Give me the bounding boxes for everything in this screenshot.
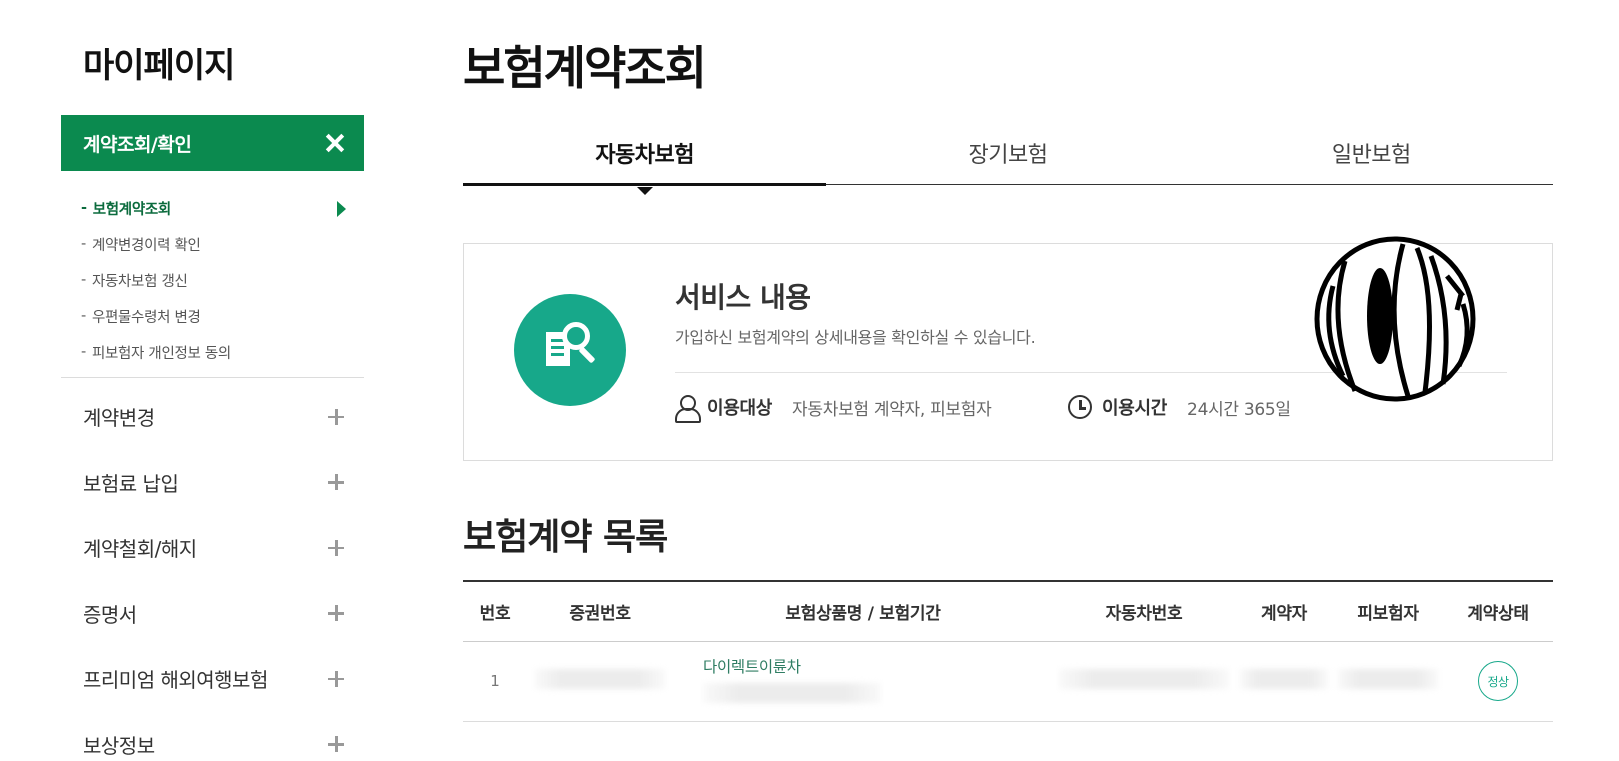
status-badge: 정상: [1478, 661, 1518, 701]
tab-general-insurance[interactable]: 일반보험: [1190, 122, 1553, 184]
stamp-graphic: [1314, 236, 1476, 402]
row-number: 1: [490, 672, 500, 690]
column-header-insured: 피보험자: [1357, 603, 1419, 624]
triangle-right-icon: [337, 201, 346, 217]
column-header-contractor: 계약자: [1260, 603, 1308, 624]
submenu-item-privacy-consent[interactable]: - 피보험자 개인정보 동의: [81, 334, 346, 370]
document-search-icon: [514, 294, 626, 406]
sidebar-item-certificates[interactable]: 증명서: [61, 581, 364, 647]
sidebar-submenu: - 보험계약조회 - 계약변경이력 확인 - 자동차보험 갱신 - 우편물수령처…: [81, 190, 346, 370]
table-row[interactable]: 1 다이렉트이륜차 정상: [463, 641, 1553, 721]
submenu-dash: -: [81, 236, 86, 252]
sidebar-item-label: 보험료 납입: [83, 471, 179, 496]
service-title: 서비스 내용: [675, 281, 811, 314]
table-header-row: 번호 증권번호 보험상품명 / 보험기간 자동차번호 계약자 피보험자 계약상태: [463, 581, 1553, 641]
submenu-item-insurance-contract-inquiry[interactable]: - 보험계약조회: [81, 190, 346, 226]
submenu-item-label: 자동차보험 갱신: [91, 273, 188, 290]
submenu-dash: -: [81, 308, 86, 324]
insurance-tabs: 자동차보험 장기보험 일반보험: [463, 122, 1553, 195]
contract-list-title: 보험계약 목록: [463, 517, 668, 558]
column-header-vehicle-number: 자동차번호: [1105, 603, 1183, 624]
clock-icon: [1068, 395, 1092, 419]
submenu-item-label: 보험계약조회: [92, 201, 172, 218]
sidebar-item-label: 계약변경: [83, 406, 155, 431]
submenu-item-label: 우편물수령처 변경: [91, 309, 201, 326]
sidebar-item-travel-insurance[interactable]: 프리미엄 해외여행보험: [61, 646, 364, 712]
person-icon: [675, 395, 701, 423]
tab-label: 장기보험: [968, 143, 1048, 168]
submenu-item-mail-address[interactable]: - 우편물수령처 변경: [81, 298, 346, 334]
product-name-link[interactable]: 다이렉트이륜차: [703, 655, 1053, 677]
sidebar-item-compensation[interactable]: 보상정보: [61, 712, 364, 761]
submenu-item-label: 계약변경이력 확인: [91, 237, 201, 254]
contract-table: 번호 증권번호 보험상품명 / 보험기간 자동차번호 계약자 피보험자 계약상태…: [463, 580, 1553, 722]
plus-icon[interactable]: [328, 605, 344, 622]
tab-auto-insurance[interactable]: 자동차보험: [463, 122, 827, 195]
column-header-product-period: 보험상품명 / 보험기간: [785, 603, 941, 624]
page-title: 보험계약조회: [463, 41, 707, 95]
sidebar-item-label: 보상정보: [83, 733, 155, 758]
service-description: 가입하신 보험계약의 상세내용을 확인하실 수 있습니다.: [675, 328, 1036, 347]
caret-down-icon: [636, 187, 653, 195]
sidebar-title: 마이페이지: [83, 46, 235, 86]
sidebar-item-cancellation[interactable]: 계약철회/해지: [61, 515, 364, 581]
plus-icon[interactable]: [328, 670, 344, 687]
product-cell: 다이렉트이륜차: [673, 641, 1053, 721]
submenu-item-change-history[interactable]: - 계약변경이력 확인: [81, 226, 346, 262]
service-time-value: 24시간 365일: [1187, 399, 1291, 420]
plus-icon[interactable]: [328, 539, 344, 556]
service-target-value: 자동차보험 계약자, 피보험자: [792, 399, 992, 420]
sidebar-item-label: 계약철회/해지: [83, 537, 197, 562]
column-header-number: 번호: [479, 603, 511, 624]
service-target-label: 이용대상: [707, 398, 773, 419]
submenu-item-label: 피보험자 개인정보 동의: [91, 345, 231, 362]
tab-long-term-insurance[interactable]: 장기보험: [826, 122, 1189, 184]
column-header-policy-number: 증권번호: [569, 603, 631, 624]
plus-icon[interactable]: [328, 736, 344, 753]
vehicle-number-redacted: [1053, 641, 1235, 721]
tab-label: 자동차보험: [595, 143, 695, 168]
sidebar-divider: [61, 377, 364, 378]
close-icon[interactable]: [326, 134, 344, 152]
column-header-status: 계약상태: [1467, 603, 1529, 624]
service-target: 이용대상 자동차보험 계약자, 피보험자: [675, 394, 992, 423]
submenu-item-auto-renewal[interactable]: - 자동차보험 갱신: [81, 262, 346, 298]
sidebar-item-label: 프리미엄 해외여행보험: [83, 668, 268, 693]
sidebar-section-contract-inquiry[interactable]: 계약조회/확인: [61, 115, 364, 171]
insured-redacted: [1333, 641, 1443, 721]
sidebar-section-label: 계약조회/확인: [83, 133, 192, 156]
plus-icon[interactable]: [328, 474, 344, 491]
plus-icon[interactable]: [328, 408, 344, 425]
service-time-label: 이용시간: [1102, 398, 1168, 419]
contractor-redacted: [1235, 641, 1333, 721]
status-cell: 정상: [1443, 641, 1553, 721]
sidebar-menu: 계약변경 보험료 납입 계약철회/해지 증명서 프리미엄 해외여행보험 보상정보: [61, 384, 364, 761]
sidebar-item-label: 증명서: [83, 602, 137, 627]
submenu-dash: -: [81, 200, 87, 216]
submenu-dash: -: [81, 272, 86, 288]
tab-label: 일반보험: [1331, 143, 1411, 168]
submenu-dash: -: [81, 344, 86, 360]
insurance-period-redacted: [703, 683, 881, 703]
service-time: 이용시간 24시간 365일: [1068, 394, 1291, 420]
policy-number-redacted: [527, 641, 673, 721]
sidebar-item-contract-change[interactable]: 계약변경: [61, 384, 364, 450]
sidebar-item-premium-payment[interactable]: 보험료 납입: [61, 450, 364, 516]
